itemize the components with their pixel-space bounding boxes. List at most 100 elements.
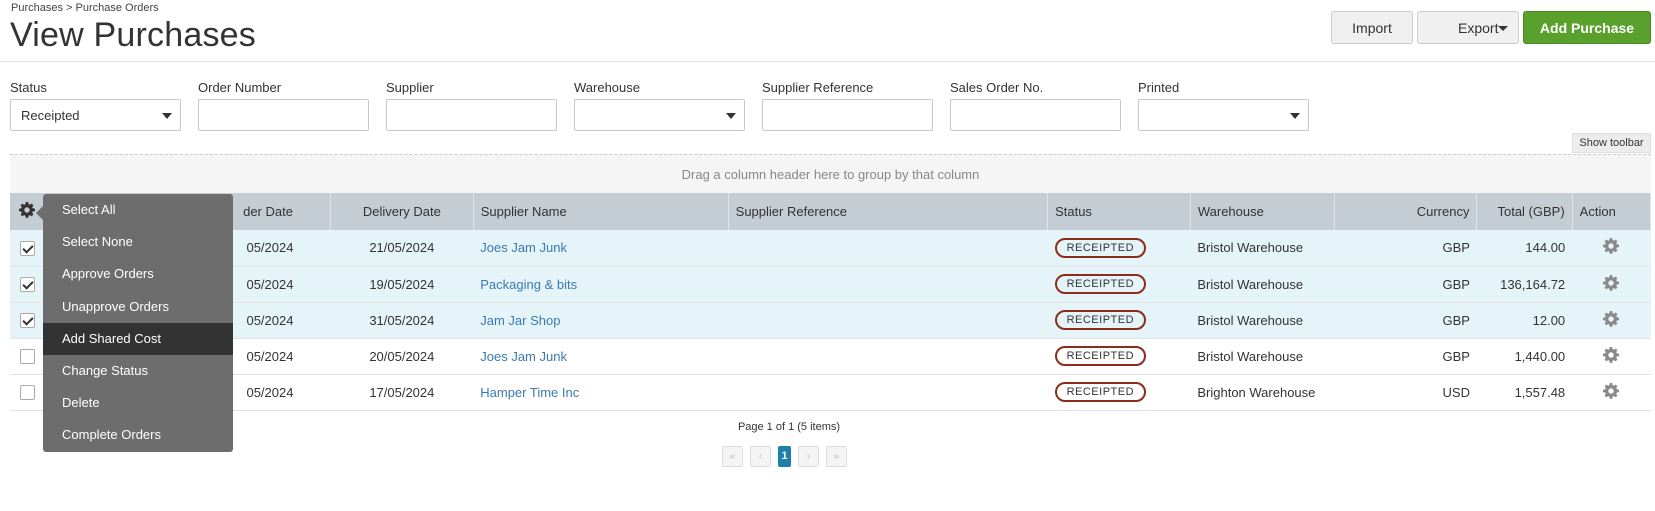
total-cell: 144.00 — [1476, 230, 1573, 267]
export-button[interactable]: Export — [1417, 11, 1519, 44]
row-checkbox-cell[interactable] — [10, 374, 45, 411]
order-number-label: Order Number — [198, 80, 282, 95]
action-header: Action — [1572, 193, 1652, 230]
warehouse-label: Warehouse — [574, 80, 640, 95]
supplier-name-header[interactable]: Supplier Name — [473, 193, 729, 230]
supplier-label: Supplier — [386, 80, 434, 95]
row-checkbox-cell[interactable] — [10, 230, 45, 267]
gear-icon[interactable] — [1603, 382, 1620, 399]
row-checkbox-cell[interactable] — [10, 266, 45, 303]
table-row[interactable]: 05/2024 19/05/2024 Packaging & bits RECEIPT… — [10, 266, 1651, 303]
warehouse-header[interactable]: Warehouse — [1190, 193, 1335, 230]
warehouse-filter: Warehouse — [574, 80, 745, 131]
supplier-link[interactable]: Joes Jam Junk — [480, 240, 567, 255]
status-filter: Status Receipted — [10, 80, 181, 131]
status-filter-label: Status — [10, 80, 47, 95]
supplier-reference-filter: Supplier Reference — [762, 80, 933, 131]
grid-header-row: der Date Delivery Date Supplier Name Sup… — [10, 193, 1652, 230]
table-row[interactable]: 05/2024 17/05/2024 Hamper Time Inc RECEIPTE… — [10, 374, 1651, 411]
warehouse-cell: Bristol Warehouse — [1190, 230, 1335, 267]
delivery-date-header[interactable]: Delivery Date — [330, 193, 474, 230]
supplier-reference-cell — [728, 338, 1048, 375]
sales-order-input[interactable] — [950, 99, 1121, 131]
supplier-reference-input[interactable] — [762, 99, 933, 131]
gear-icon[interactable] — [1603, 238, 1620, 255]
export-button-label: Export — [1458, 19, 1499, 36]
warehouse-cell: Bristol Warehouse — [1190, 266, 1335, 303]
supplier-link[interactable]: Packaging & bits — [480, 277, 577, 292]
total-cell: 12.00 — [1476, 302, 1573, 339]
status-badge: RECEIPTED — [1054, 382, 1147, 402]
menu-item[interactable]: Change Status — [43, 355, 233, 387]
warehouse-select[interactable] — [574, 99, 745, 131]
currency-cell: GBP — [1334, 230, 1477, 267]
gear-icon[interactable] — [1603, 274, 1620, 291]
total-header[interactable]: Total (GBP) — [1476, 193, 1573, 230]
group-panel[interactable]: Drag a column header here to group by th… — [10, 154, 1651, 193]
table-row[interactable]: 05/2024 20/05/2024 Joes Jam Junk RECEIPTED B… — [10, 338, 1651, 375]
supplier-link[interactable]: Hamper Time Inc — [480, 385, 579, 400]
chevron-down-icon[interactable] — [1498, 26, 1508, 31]
total-cell: 1,557.48 — [1476, 374, 1573, 411]
add-purchase-button[interactable]: Add Purchase — [1523, 11, 1651, 44]
printed-filter: Printed — [1138, 80, 1309, 131]
delivery-date-cell: 17/05/2024 — [330, 374, 474, 411]
gear-icon[interactable] — [19, 202, 36, 218]
next-page-button[interactable]: › — [798, 446, 819, 467]
show-toolbar-button[interactable]: Show toolbar — [1572, 133, 1651, 153]
gear-icon[interactable] — [1603, 346, 1620, 363]
row-checkbox[interactable] — [19, 240, 35, 256]
warehouse-cell: Brighton Warehouse — [1190, 374, 1335, 411]
supplier-reference-cell — [728, 266, 1048, 303]
printed-select[interactable] — [1138, 99, 1309, 131]
chevron-down-icon — [726, 113, 736, 119]
divider — [1491, 12, 1492, 43]
table-row[interactable]: 05/2024 31/05/2024 Jam Jar Shop RECEIPTED Br… — [10, 302, 1651, 339]
delivery-date-cell: 21/05/2024 — [330, 230, 474, 267]
supplier-input[interactable] — [386, 99, 557, 131]
menu-item[interactable]: Add Shared Cost — [43, 322, 233, 355]
chevron-down-icon — [162, 113, 172, 119]
page-number-button[interactable]: 1 — [778, 446, 791, 467]
last-page-button[interactable]: » — [826, 446, 847, 467]
supplier-link[interactable]: Joes Jam Junk — [480, 349, 567, 364]
currency-cell: GBP — [1334, 302, 1477, 339]
supplier-reference-cell — [728, 374, 1048, 411]
menu-pointer — [36, 206, 43, 220]
gear-icon[interactable] — [1603, 310, 1620, 327]
status-select-value: Receipted — [21, 108, 80, 123]
supplier-filter: Supplier — [386, 80, 557, 131]
row-checkbox[interactable] — [19, 349, 35, 365]
warehouse-cell: Bristol Warehouse — [1190, 302, 1335, 339]
status-select[interactable]: Receipted — [10, 99, 181, 131]
table-row[interactable]: 05/2024 21/05/2024 Joes Jam Junk RECEIPTED B… — [10, 230, 1651, 267]
status-badge: RECEIPTED — [1054, 346, 1147, 366]
row-checkbox-cell[interactable] — [10, 338, 45, 375]
supplier-reference-header[interactable]: Supplier Reference — [728, 193, 1049, 230]
row-checkbox[interactable] — [19, 313, 35, 329]
currency-header[interactable]: Currency — [1334, 193, 1478, 230]
menu-item[interactable]: Unapprove Orders — [43, 291, 233, 323]
menu-item[interactable]: Delete — [43, 387, 233, 419]
supplier-link[interactable]: Jam Jar Shop — [480, 313, 560, 328]
supplier-reference-cell — [728, 230, 1048, 267]
menu-item[interactable]: Select All — [43, 194, 233, 226]
import-button[interactable]: Import — [1331, 11, 1413, 44]
row-checkbox-cell[interactable] — [10, 302, 45, 339]
menu-item[interactable]: Approve Orders — [43, 258, 233, 290]
total-cell: 136,164.72 — [1476, 266, 1573, 303]
row-checkbox[interactable] — [19, 277, 35, 293]
page-title: View Purchases — [10, 16, 256, 54]
delivery-date-cell: 19/05/2024 — [330, 266, 474, 303]
top-toolbar: Import Export Add Purchase — [1331, 11, 1651, 44]
pager: « ‹ 1 › » — [722, 446, 847, 467]
menu-item[interactable]: Select None — [43, 226, 233, 258]
status-badge: RECEIPTED — [1054, 274, 1147, 294]
currency-cell: USD — [1334, 374, 1477, 411]
order-number-input[interactable] — [198, 99, 369, 131]
order-number-filter: Order Number — [198, 80, 369, 131]
status-header[interactable]: Status — [1047, 193, 1191, 230]
row-checkbox[interactable] — [19, 385, 35, 401]
prev-page-button[interactable]: ‹ — [750, 446, 771, 467]
first-page-button[interactable]: « — [722, 446, 743, 467]
